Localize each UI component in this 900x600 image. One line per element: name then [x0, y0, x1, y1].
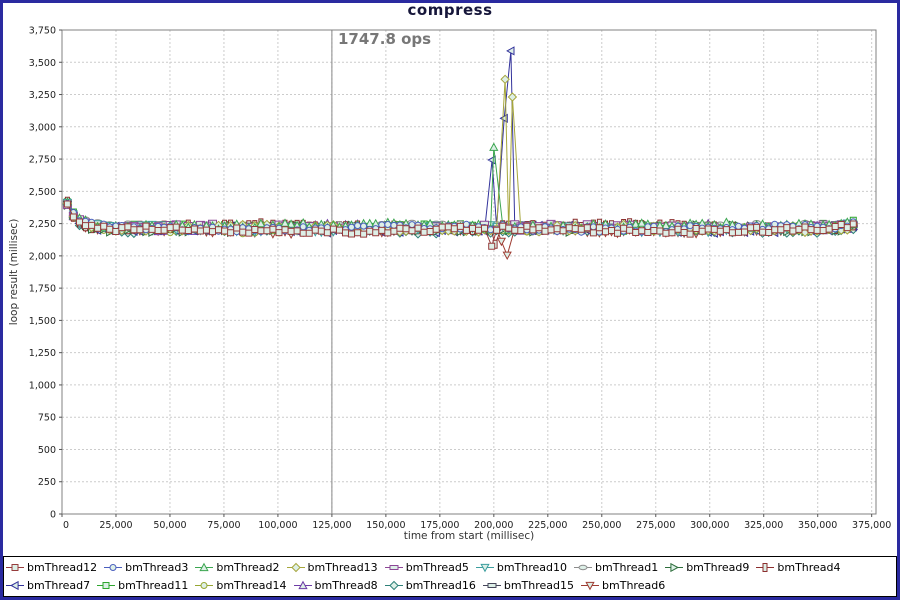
legend-marker-icon [581, 580, 599, 591]
legend-label: bmThread1 [595, 561, 658, 574]
series-markers-bmThread7 [64, 47, 857, 237]
legend-item-bmThread2: bmThread2 [195, 561, 279, 574]
legend-item-bmThread12: bmThread12 [6, 561, 97, 574]
legend-item-bmThread1: bmThread1 [574, 561, 658, 574]
legend-item-bmThread3: bmThread3 [104, 561, 188, 574]
svg-text:250: 250 [38, 477, 56, 488]
legend-marker-icon [483, 580, 501, 591]
svg-text:1,000: 1,000 [29, 380, 56, 391]
series-line-bmThread13 [67, 79, 853, 232]
legend-marker-icon [665, 562, 683, 573]
legend-label: bmThread4 [777, 561, 840, 574]
legend-marker-icon [6, 562, 24, 573]
svg-text:2,750: 2,750 [29, 155, 56, 166]
legend-marker-icon [195, 580, 213, 591]
svg-text:3,000: 3,000 [29, 122, 56, 133]
legend-label: bmThread15 [504, 579, 574, 592]
legend-item-bmThread13: bmThread13 [287, 561, 378, 574]
legend-label: bmThread9 [686, 561, 749, 574]
legend-marker-icon [287, 562, 305, 573]
axis-tick-labels: 0 250 500 750 1,000 1,250 1,500 1,750 2,000 2,250… [29, 26, 892, 532]
chart-window: compress 1747.8 ops 02505007501,0001,250… [0, 0, 900, 600]
legend-marker-icon [6, 580, 24, 591]
legend-marker-icon [476, 562, 494, 573]
legend-item-bmThread15: bmThread15 [483, 579, 574, 592]
legend-label: bmThread14 [216, 579, 286, 592]
x-axis-label: time from start (millisec) [62, 530, 876, 542]
legend-item-bmThread14: bmThread14 [195, 579, 286, 592]
svg-text:1,250: 1,250 [29, 348, 56, 359]
legend-row: bmThread12 bmThread3 bmThread2 bmThread13 bm… [6, 558, 894, 577]
legend-item-bmThread5: bmThread5 [385, 561, 469, 574]
legend-label: bmThread11 [118, 579, 188, 592]
series-line-bmThread7 [67, 51, 853, 233]
legend-item-bmThread11: bmThread11 [97, 579, 188, 592]
legend-marker-icon [294, 580, 312, 591]
series-markers-bmThread13 [63, 75, 857, 236]
legend-item-bmThread9: bmThread9 [665, 561, 749, 574]
svg-text:2,500: 2,500 [29, 187, 56, 198]
legend-label: bmThread6 [602, 579, 665, 592]
plot-area[interactable]: 0 250 500 750 1,000 1,250 1,500 1,750 2,000 2,250… [0, 0, 900, 552]
svg-text:0: 0 [50, 510, 56, 521]
legend-label: bmThread7 [27, 579, 90, 592]
legend-item-bmThread4: bmThread4 [756, 561, 840, 574]
axis-ticks [59, 30, 872, 517]
legend-label: bmThread2 [216, 561, 279, 574]
svg-text:750: 750 [38, 413, 56, 424]
series-line-bmThread2 [67, 147, 853, 230]
y-axis-label: loop result (millisec) [8, 219, 20, 326]
svg-text:1,500: 1,500 [29, 316, 56, 327]
svg-text:2,250: 2,250 [29, 219, 56, 230]
legend-item-bmThread10: bmThread10 [476, 561, 567, 574]
legend-marker-icon [385, 580, 403, 591]
legend-item-bmThread6: bmThread6 [581, 579, 665, 592]
legend-item-bmThread7: bmThread7 [6, 579, 90, 592]
legend-label: bmThread8 [315, 579, 378, 592]
legend-marker-icon [104, 562, 122, 573]
legend-label: bmThread12 [27, 561, 97, 574]
legend: bmThread12 bmThread3 bmThread2 bmThread13 bm… [3, 556, 897, 597]
svg-text:3,250: 3,250 [29, 90, 56, 101]
legend-marker-icon [97, 580, 115, 591]
legend-marker-icon [195, 562, 213, 573]
legend-marker-icon [756, 562, 774, 573]
legend-label: bmThread3 [125, 561, 188, 574]
series-markers-bmThread2 [64, 144, 858, 234]
legend-label: bmThread16 [406, 579, 476, 592]
legend-marker-icon [385, 562, 403, 573]
svg-text:3,750: 3,750 [29, 26, 56, 37]
legend-label: bmThread5 [406, 561, 469, 574]
legend-item-bmThread16: bmThread16 [385, 579, 476, 592]
legend-item-bmThread8: bmThread8 [294, 579, 378, 592]
svg-text:2,000: 2,000 [29, 251, 56, 262]
legend-label: bmThread13 [308, 561, 378, 574]
legend-marker-icon [574, 562, 592, 573]
svg-text:500: 500 [38, 445, 56, 456]
legend-row: bmThread7 bmThread11 bmThread14 bmThread8 bm… [6, 577, 894, 596]
plot-border [62, 30, 876, 514]
svg-text:3,500: 3,500 [29, 58, 56, 69]
svg-text:1,750: 1,750 [29, 284, 56, 295]
legend-label: bmThread10 [497, 561, 567, 574]
gridlines [62, 30, 876, 514]
